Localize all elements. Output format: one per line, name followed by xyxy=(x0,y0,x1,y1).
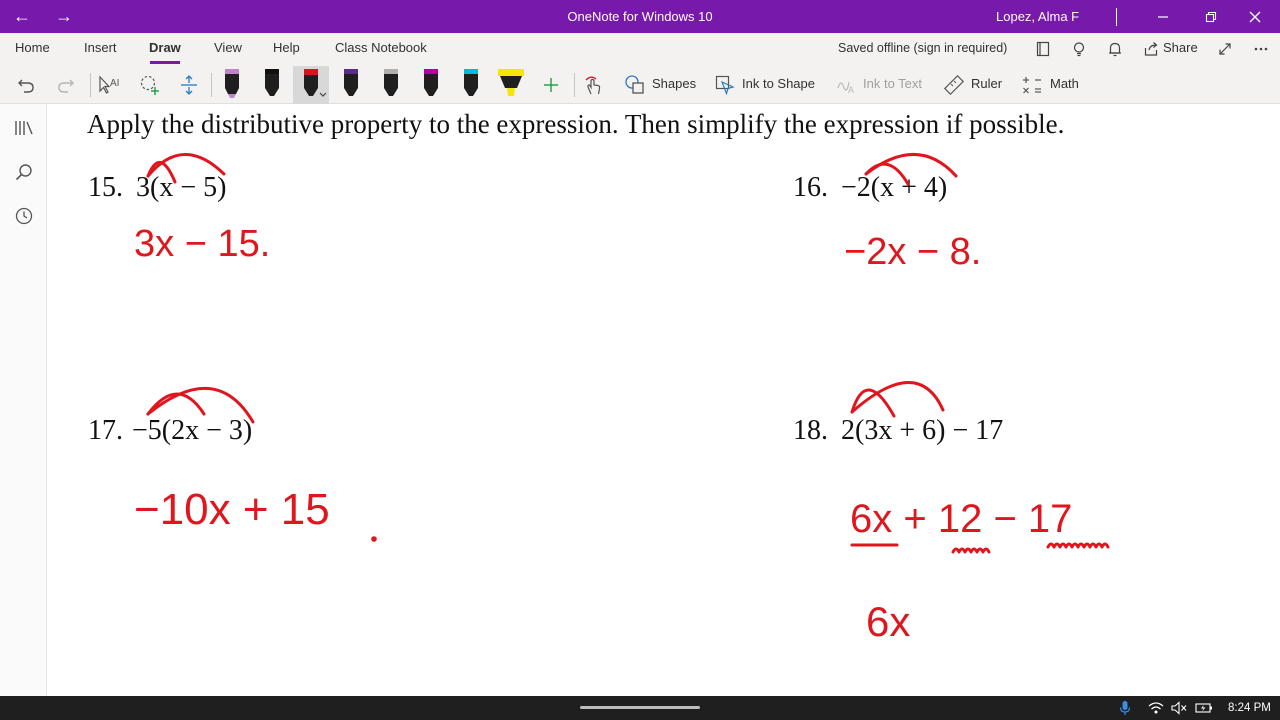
sync-status: Saved offline (sign in required) xyxy=(838,41,1008,55)
toolbar-separator xyxy=(90,73,91,97)
ink-layer: 3x − 15. −2x − 8. −10x + 15 6x + 12 − 17… xyxy=(134,153,1110,645)
lasso-select-icon[interactable] xyxy=(136,70,164,100)
ink-arc xyxy=(864,162,910,186)
svg-text:A: A xyxy=(848,85,854,95)
draw-toolbar: AI Shapes Ink to Shape A Ink to Text Rul… xyxy=(0,66,1280,104)
lightbulb-icon[interactable] xyxy=(1067,37,1091,61)
ruler-button[interactable]: Ruler xyxy=(971,66,1002,102)
undo-icon[interactable] xyxy=(12,70,40,100)
pen-cyan-icon xyxy=(464,69,478,96)
title-bar: ← → OneNote for Windows 10 Lopez, Alma F xyxy=(0,0,1280,33)
toolbar-separator xyxy=(211,73,212,97)
toolbar-separator xyxy=(574,73,575,97)
answer-18: 6x + 12 − 17 xyxy=(850,497,1072,541)
ink-arc xyxy=(850,381,945,414)
navigation-rail xyxy=(0,104,47,696)
tab-view[interactable]: View xyxy=(214,33,242,66)
ink-to-shape-icon[interactable] xyxy=(711,70,739,100)
more-options-icon[interactable] xyxy=(1249,37,1273,61)
math-button[interactable]: Math xyxy=(1050,66,1079,102)
pen-magenta[interactable] xyxy=(413,66,449,104)
ink-to-shape-button[interactable]: Ink to Shape xyxy=(742,66,815,102)
app-title: OneNote for Windows 10 xyxy=(567,9,713,24)
fullscreen-icon[interactable] xyxy=(1213,37,1237,61)
active-tab-indicator xyxy=(150,61,180,64)
work-18: 6x xyxy=(866,598,910,645)
ribbon-tabs: Home Insert Draw View Help Class Noteboo… xyxy=(0,33,1280,66)
shapes-button[interactable]: Shapes xyxy=(652,66,696,102)
svg-text:AI: AI xyxy=(110,78,119,89)
ink-arc xyxy=(864,153,958,178)
notebook-icon[interactable] xyxy=(1031,37,1055,61)
pen-gray-icon xyxy=(384,69,398,96)
ink-arc xyxy=(850,388,896,418)
insert-space-icon[interactable] xyxy=(175,70,203,100)
ink-squiggle xyxy=(1046,542,1110,549)
answer-17: −10x + 15 xyxy=(134,485,330,534)
pen-black[interactable] xyxy=(254,66,290,104)
pen-lilac-icon xyxy=(225,69,239,98)
answer-16: −2x − 8. xyxy=(844,231,981,273)
title-separator xyxy=(1116,8,1117,26)
highlighter-yellow-icon xyxy=(498,69,524,96)
close-icon xyxy=(1249,11,1261,22)
pen-red-icon xyxy=(304,69,327,97)
restore-icon xyxy=(1205,11,1217,22)
minimize-button[interactable] xyxy=(1148,0,1178,33)
ruler-icon[interactable] xyxy=(940,70,968,100)
math-icon[interactable] xyxy=(1018,70,1046,100)
taskbar: 8:24 PM xyxy=(0,696,1280,720)
pen-lilac[interactable] xyxy=(214,66,250,104)
wifi-icon[interactable] xyxy=(1147,699,1165,717)
ink-dot xyxy=(371,536,377,542)
tab-insert[interactable]: Insert xyxy=(84,33,117,66)
redo-icon[interactable] xyxy=(52,70,80,100)
ink-to-text-button: Ink to Text xyxy=(863,76,923,91)
pen-magenta-icon xyxy=(424,69,438,96)
close-button[interactable] xyxy=(1240,0,1270,33)
clock[interactable]: 8:24 PM xyxy=(1228,696,1271,720)
pen-gray[interactable] xyxy=(373,66,409,104)
tab-help[interactable]: Help xyxy=(273,33,300,66)
ink-arc xyxy=(146,387,255,424)
ink-squiggle xyxy=(951,547,991,554)
type-select-icon[interactable]: AI xyxy=(95,70,123,100)
search-icon[interactable] xyxy=(11,159,37,185)
tab-class-notebook[interactable]: Class Notebook xyxy=(335,33,427,66)
shapes-icon[interactable] xyxy=(621,70,649,100)
restore-button[interactable] xyxy=(1196,0,1226,33)
bell-icon[interactable] xyxy=(1103,37,1127,61)
tab-home[interactable]: Home xyxy=(15,33,50,66)
battery-charging-icon[interactable] xyxy=(1195,699,1213,717)
pen-black-icon xyxy=(265,69,279,96)
pen-purple[interactable] xyxy=(333,66,369,104)
minimize-icon xyxy=(1158,15,1168,18)
taskbar-handle[interactable] xyxy=(580,706,700,709)
notebooks-icon[interactable] xyxy=(11,115,37,141)
add-pen-icon[interactable] xyxy=(537,70,565,100)
ink-to-text-icon: A xyxy=(832,70,860,100)
ink-arc xyxy=(146,153,226,178)
draw-with-touch-icon[interactable] xyxy=(579,70,607,100)
share-button[interactable]: Share xyxy=(1163,33,1198,63)
pen-purple-icon xyxy=(344,69,358,96)
user-account[interactable]: Lopez, Alma F xyxy=(996,0,1079,33)
page-canvas[interactable]: Apply the distributive property to the e… xyxy=(48,104,1280,696)
pen-cyan[interactable] xyxy=(453,66,489,104)
recent-clock-icon[interactable] xyxy=(11,203,37,229)
answer-15: 3x − 15. xyxy=(134,223,270,265)
volume-muted-icon[interactable] xyxy=(1170,699,1188,717)
microphone-icon[interactable] xyxy=(1116,699,1134,717)
highlighter-yellow[interactable] xyxy=(493,66,529,104)
pen-red-selected[interactable] xyxy=(293,66,329,104)
share-icon[interactable] xyxy=(1139,37,1163,61)
